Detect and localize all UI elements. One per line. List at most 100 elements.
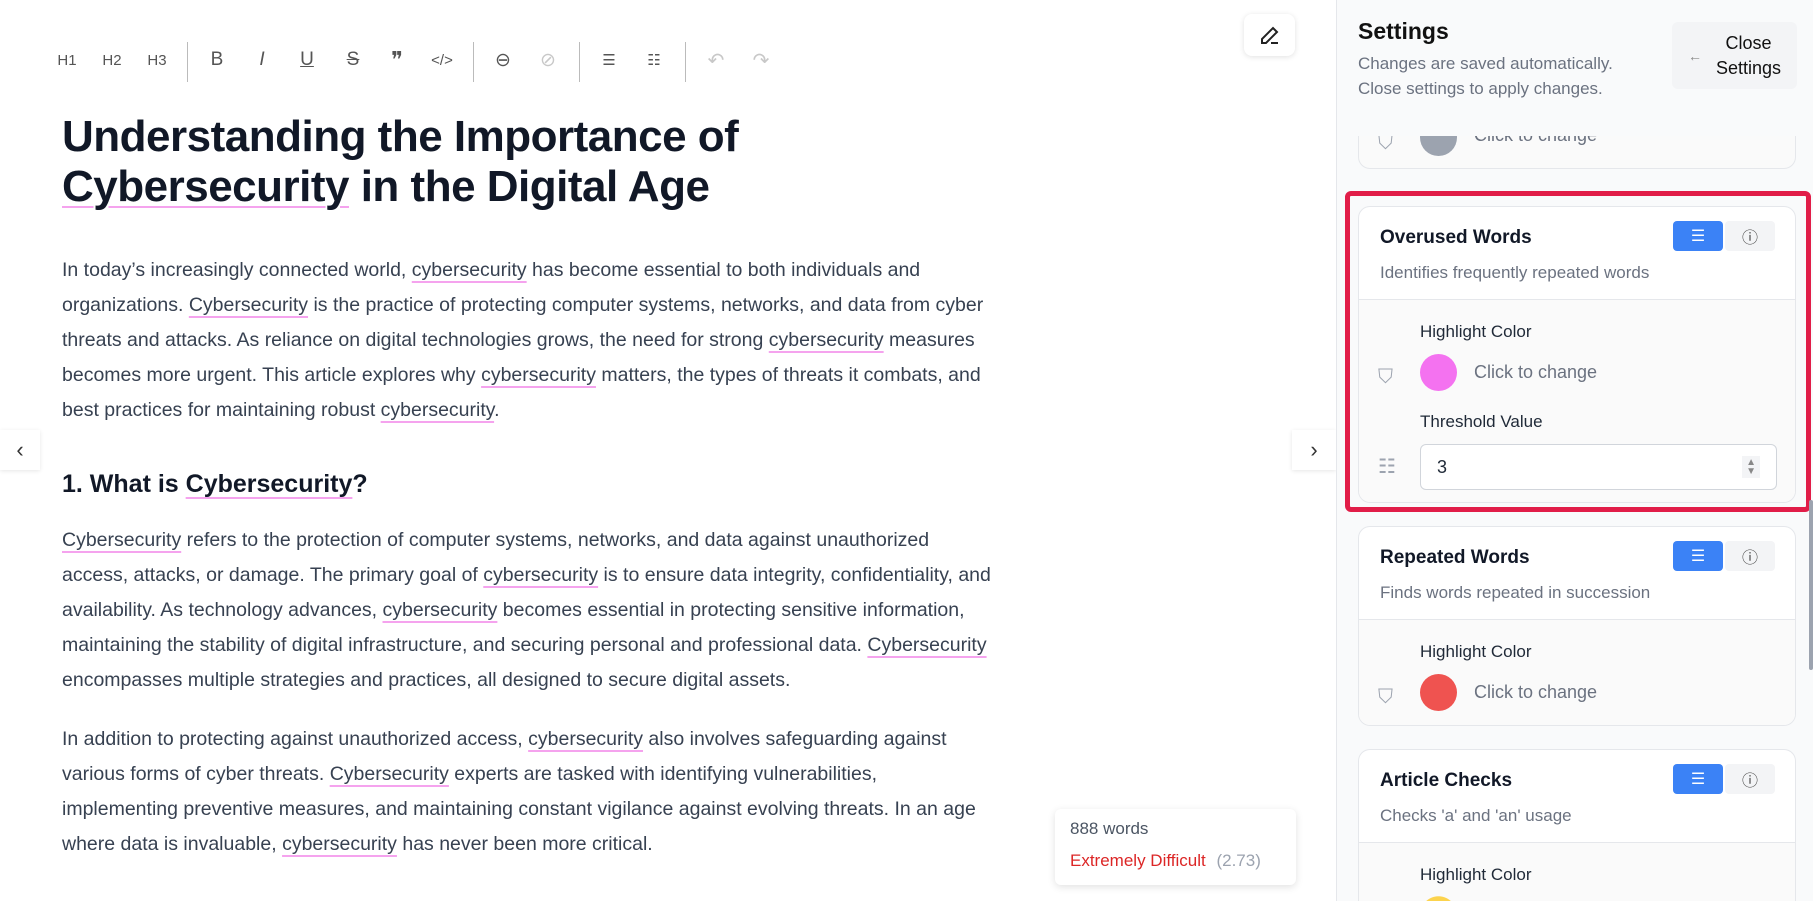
- click-to-change[interactable]: Click to change: [1474, 362, 1597, 383]
- text-line: encompasses multiple strategies and prac…: [62, 663, 991, 698]
- underline-button[interactable]: U: [292, 46, 322, 74]
- threshold-input[interactable]: 3 ▲ ▼: [1420, 444, 1777, 490]
- text: encompasses multiple strategies and prac…: [62, 669, 791, 691]
- heading3-button[interactable]: H3: [142, 46, 172, 74]
- text-line: organizations. Cybersecurity is the prac…: [62, 288, 983, 323]
- text: where data is invaluable,: [62, 833, 283, 855]
- text: is the practice of protecting computer s…: [308, 294, 984, 316]
- text: becomes essential in protecting sensitiv…: [497, 599, 965, 621]
- unlink-button[interactable]: ⊘: [533, 46, 563, 74]
- undo-button[interactable]: ↶: [701, 46, 731, 74]
- highlight-color-swatch[interactable]: [1420, 136, 1457, 156]
- info-button[interactable]: ⓘ: [1725, 541, 1775, 571]
- flagged-word: cybersecurity: [380, 399, 495, 421]
- flagged-word: Cybersecurity: [62, 162, 349, 211]
- info-icon: ⓘ: [1741, 550, 1758, 567]
- redo-button[interactable]: ↷: [746, 46, 776, 74]
- text: is to ensure data integrity, confidentia…: [598, 564, 991, 586]
- italic-button[interactable]: I: [247, 46, 277, 74]
- settings-scroll-area: ⛉ Click to change Overused Words Identif…: [1337, 136, 1813, 901]
- card-description: Checks 'a' and 'an' usage: [1380, 806, 1572, 825]
- text: in the Digital Age: [348, 162, 710, 211]
- flagged-word: cybersecurity: [411, 259, 527, 281]
- text-line: where data is invaluable, cybersecurity …: [62, 827, 976, 862]
- section-heading: 1. What is Cybersecurity?: [62, 470, 368, 499]
- text: also involves safeguarding against: [643, 728, 947, 750]
- text: access, attacks, or damage. The primary …: [62, 564, 484, 586]
- sliders-icon: ☰: [1690, 228, 1706, 245]
- text: has never been more critical.: [396, 833, 653, 855]
- settings-toggle-button[interactable]: ☰: [1673, 221, 1723, 251]
- info-icon: ⓘ: [1741, 773, 1758, 790]
- pencil-icon: [1260, 26, 1278, 44]
- strikethrough-button[interactable]: S: [338, 46, 368, 74]
- text: best practices for maintaining robust: [62, 399, 381, 421]
- heading2-button[interactable]: H2: [97, 46, 127, 74]
- text: experts are tasked with identifying vuln…: [448, 763, 878, 785]
- readability-score: (2.73): [1216, 851, 1261, 870]
- highlight-color-swatch[interactable]: [1420, 896, 1457, 901]
- flagged-word: Cybersecurity: [185, 470, 353, 498]
- close-settings-button[interactable]: ← Close Settings: [1672, 22, 1797, 89]
- text: implementing preventive measures, and ma…: [62, 798, 976, 820]
- heading1-button[interactable]: H1: [52, 46, 82, 74]
- text: various forms of cyber threats.: [62, 763, 330, 785]
- text-line: access, attacks, or damage. The primary …: [62, 558, 991, 593]
- previous-button[interactable]: ‹: [0, 430, 40, 470]
- blockquote-button[interactable]: ❞: [382, 46, 412, 74]
- arrow-left-icon: ←: [1687, 47, 1702, 64]
- edit-button[interactable]: [1244, 14, 1295, 56]
- settings-title: Settings: [1358, 18, 1449, 44]
- card-title: Article Checks: [1380, 770, 1513, 791]
- bullet-list-button[interactable]: ☰: [594, 46, 624, 74]
- stepper-icon[interactable]: ▲ ▼: [1742, 456, 1760, 478]
- code-button[interactable]: </>: [427, 46, 457, 74]
- text-line: In today’s increasingly connected world,…: [62, 253, 983, 288]
- text: threats and attacks. As reliance on digi…: [62, 329, 769, 351]
- word-count-panel: 888 words Extremely Difficult (2.73): [1055, 809, 1296, 885]
- next-button[interactable]: ›: [1292, 430, 1336, 470]
- text: In addition to protecting against unauth…: [62, 728, 529, 750]
- text: availability. As technology advances,: [62, 599, 383, 621]
- setting-card-previous: ⛉ Click to change: [1358, 136, 1796, 169]
- highlight-color-label: Highlight Color: [1420, 322, 1532, 341]
- text-line: In addition to protecting against unauth…: [62, 722, 976, 757]
- link-button[interactable]: ⊖: [488, 46, 518, 74]
- text: has become essential to both individuals…: [526, 259, 921, 281]
- word-count: 888 words: [1070, 819, 1149, 838]
- flagged-word: Cybersecurity: [867, 634, 987, 656]
- info-button[interactable]: ⓘ: [1725, 221, 1775, 251]
- divider: [579, 42, 580, 82]
- flagged-word: cybersecurity: [282, 833, 397, 855]
- ordered-list-button[interactable]: ☷: [639, 46, 669, 74]
- flagged-word: Cybersecurity: [188, 294, 309, 316]
- highlight-color-swatch[interactable]: [1420, 354, 1457, 391]
- text: organizations.: [62, 294, 189, 316]
- setting-card-article-checks: Article Checks Checks 'a' and 'an' usage…: [1358, 749, 1796, 901]
- highlight-color-label: Highlight Color: [1420, 642, 1532, 661]
- paint-bucket-icon: ⛉: [1378, 136, 1393, 154]
- highlight-color-swatch[interactable]: [1420, 674, 1457, 711]
- paragraph-2: Cybersecurity refers to the protection o…: [62, 523, 991, 698]
- bold-button[interactable]: B: [202, 46, 232, 74]
- text: ?: [352, 470, 368, 498]
- sliders-icon: ☰: [1690, 548, 1706, 565]
- scrollbar[interactable]: [1809, 500, 1813, 670]
- text-line: threats and attacks. As reliance on digi…: [62, 323, 983, 358]
- text: Understanding the Importance of: [62, 112, 739, 161]
- paragraph-1: In today’s increasingly connected world,…: [62, 253, 983, 428]
- article-title: Understanding the Importance of Cybersecu…: [62, 112, 739, 212]
- chevron-right-icon: ›: [1310, 437, 1318, 462]
- paint-bucket-icon: ⛉: [1378, 366, 1393, 388]
- click-to-change[interactable]: Click to change: [1474, 136, 1597, 146]
- info-button[interactable]: ⓘ: [1725, 764, 1775, 794]
- card-title: Overused Words: [1380, 227, 1532, 248]
- paragraph-3: In addition to protecting against unauth…: [62, 722, 976, 862]
- text-line: various forms of cyber threats. Cybersec…: [62, 757, 976, 792]
- readability-level: Extremely Difficult: [1070, 851, 1206, 870]
- settings-toggle-button[interactable]: ☰: [1673, 541, 1723, 571]
- click-to-change[interactable]: Click to change: [1474, 682, 1597, 703]
- divider: [187, 42, 188, 82]
- flagged-word: cybersecurity: [768, 329, 884, 351]
- settings-toggle-button[interactable]: ☰: [1673, 764, 1723, 794]
